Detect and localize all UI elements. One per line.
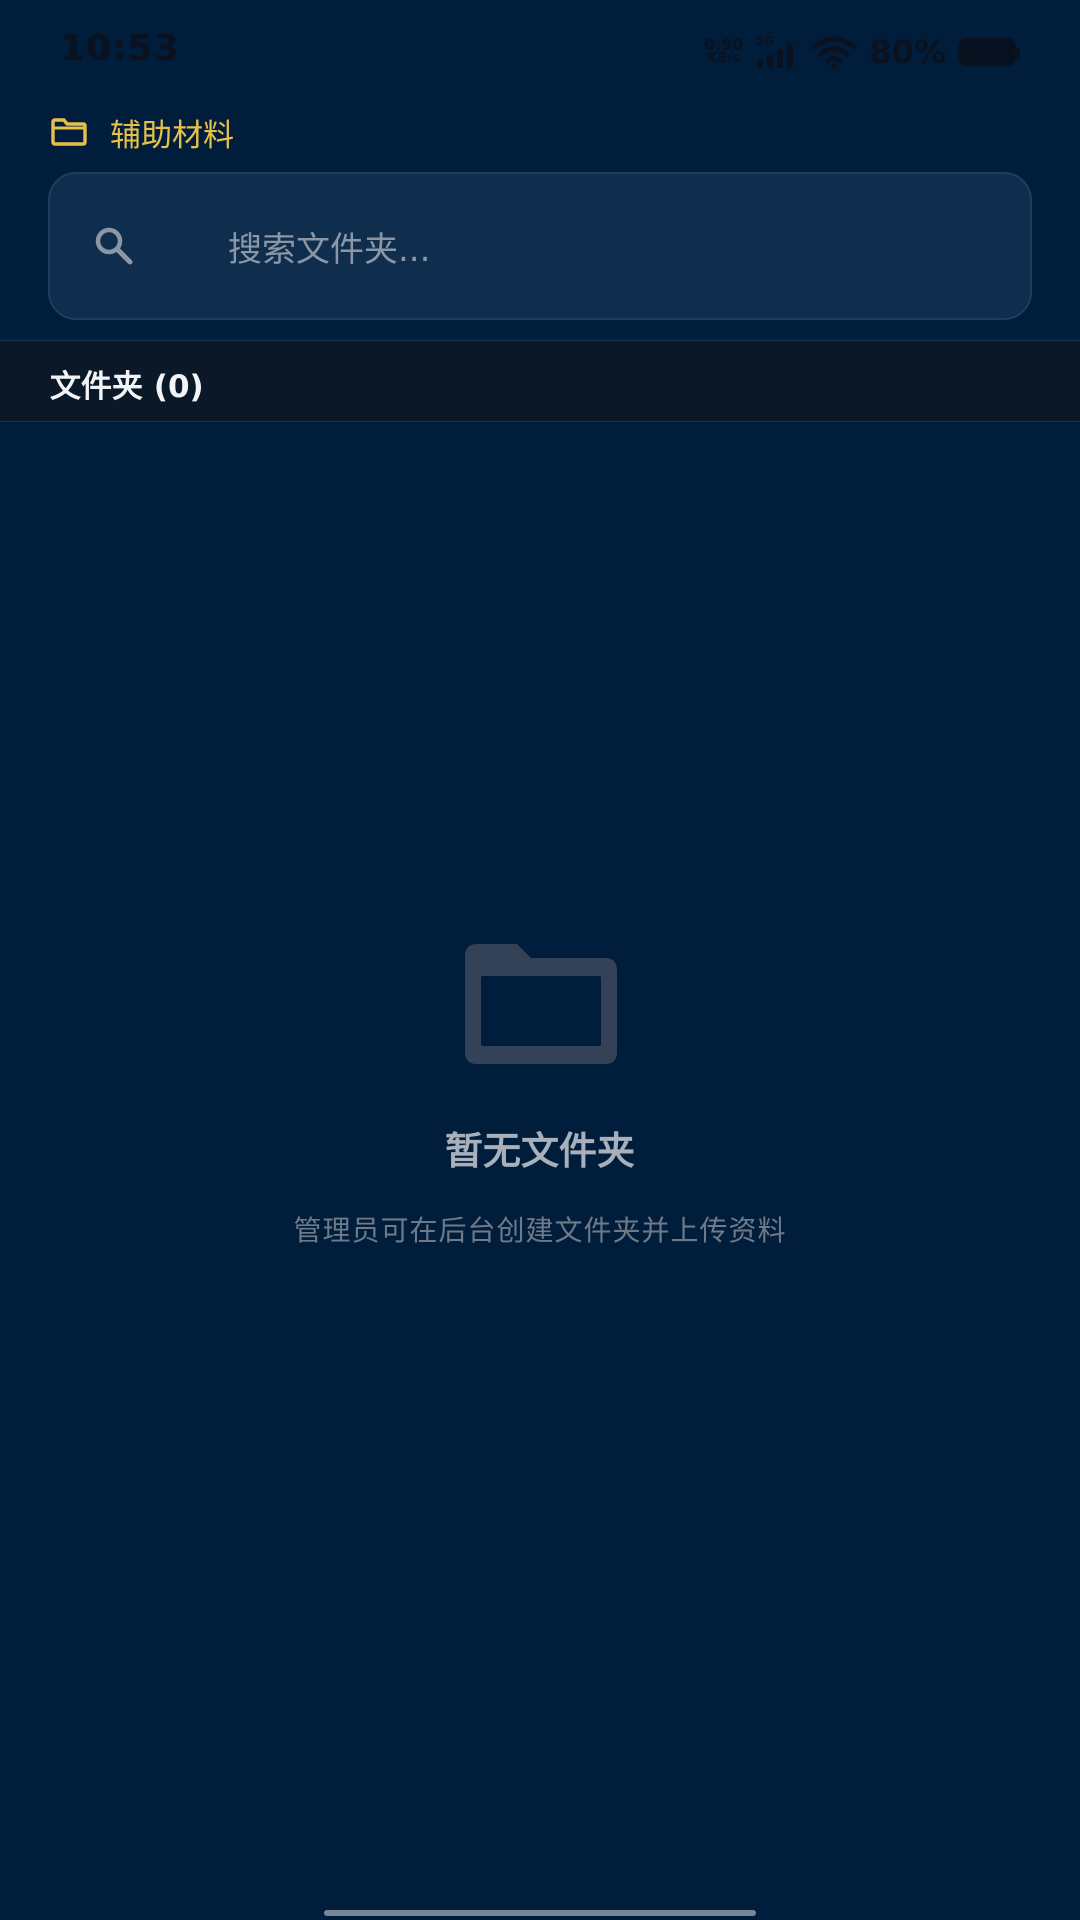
search-icon: [95, 227, 133, 265]
breadcrumb[interactable]: 辅助材料: [50, 112, 234, 154]
empty-state-subtitle: 管理员可在后台创建文件夹并上传资料: [293, 1214, 787, 1247]
status-bar: 10:53 0.90 KB/s 5G 80%: [0, 0, 1080, 100]
folder-icon: [51, 118, 87, 146]
home-indicator[interactable]: [324, 1910, 756, 1916]
battery-percentage: 80%: [869, 33, 946, 71]
section-title: 文件夹 (0): [50, 369, 204, 405]
empty-state: 暂无文件夹 管理员可在后台创建文件夹并上传资料: [0, 940, 1080, 1249]
status-indicators: 0.90 KB/s 5G 80%: [703, 30, 1020, 74]
signal-icon: 5G: [755, 34, 799, 70]
status-time: 10:53: [60, 28, 180, 69]
network-type: 5G: [755, 34, 774, 48]
network-speed-value: 0.90: [703, 35, 744, 54]
screen: 10:53 0.90 KB/s 5G 80% 辅助材料 搜索文件夹... 文件夹…: [0, 0, 1080, 1920]
section-header: 文件夹 (0): [0, 340, 1080, 422]
folder-icon: [465, 944, 617, 1064]
wifi-icon: [811, 36, 857, 69]
search-box[interactable]: 搜索文件夹...: [48, 172, 1032, 320]
network-speed-unit: KB/s: [707, 51, 740, 66]
empty-state-title: 暂无文件夹: [444, 1129, 635, 1173]
breadcrumb-label: 辅助材料: [110, 117, 234, 154]
search-input[interactable]: [178, 214, 998, 280]
battery-icon: [958, 38, 1020, 66]
network-speed: 0.90 KB/s: [703, 35, 744, 66]
